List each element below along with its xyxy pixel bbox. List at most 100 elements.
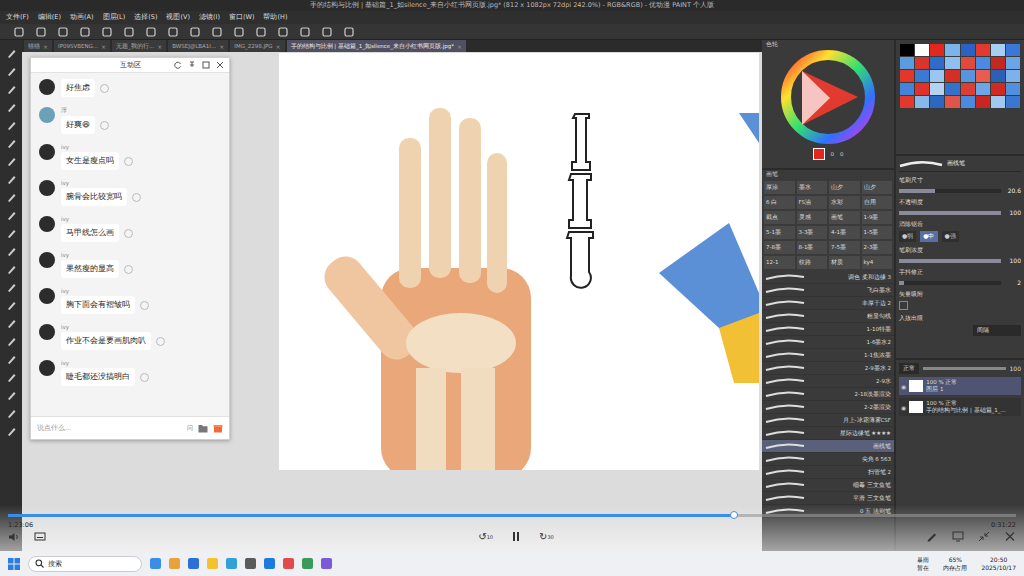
brush-group-chip[interactable]: 山夕 <box>829 181 860 194</box>
color-swatch[interactable] <box>900 57 914 69</box>
tool-button[interactable] <box>6 336 17 347</box>
brush-item[interactable]: 扫管笔 2 <box>762 466 894 479</box>
color-swatch[interactable] <box>961 44 975 56</box>
avatar[interactable] <box>39 107 55 123</box>
brush-item[interactable]: 细毒 三文鱼笔 <box>762 479 894 492</box>
brush-group-chip[interactable]: 截点 <box>764 211 795 224</box>
menu-item[interactable]: 编辑(E) <box>38 13 61 22</box>
property-slider[interactable]: 100 <box>899 209 1021 216</box>
tool-button[interactable] <box>6 246 17 257</box>
brush-group-chip[interactable]: 2-3墨 <box>862 241 893 254</box>
property-slider[interactable]: 2 <box>899 279 1021 286</box>
brush-group-chip[interactable]: 6 白 <box>764 196 795 209</box>
brush-group-chip[interactable]: 12-1 <box>764 256 795 269</box>
avatar[interactable] <box>39 252 55 268</box>
brush-item[interactable]: 2-18淡墨渲染 <box>762 388 894 401</box>
toolbar-button[interactable] <box>344 27 354 37</box>
document-tab[interactable]: 手的结构与比例 | 基础篇_1_如silence_来自小红书网页版.jpg*× <box>287 40 466 52</box>
tool-button[interactable] <box>6 48 17 59</box>
option-button[interactable]: ●强 <box>942 231 959 242</box>
brush-group-chip[interactable]: 灵感 <box>797 211 828 224</box>
menu-item[interactable]: 选择(S) <box>134 13 157 22</box>
blend-mode-dropdown[interactable]: 正常 <box>899 363 919 374</box>
tool-button[interactable] <box>6 300 17 311</box>
shrink-icon[interactable] <box>978 531 990 542</box>
option-button[interactable]: ●弱 <box>899 231 916 242</box>
color-swatch[interactable] <box>930 57 944 69</box>
brush-group-chip[interactable]: 5-1墨 <box>764 226 795 239</box>
color-swatch[interactable] <box>915 83 929 95</box>
color-swatch[interactable] <box>991 57 1005 69</box>
brush-group-chip[interactable]: FS油 <box>797 196 828 209</box>
tool-button[interactable] <box>6 426 17 437</box>
current-color-swatch[interactable] <box>813 148 825 160</box>
property-dropdown[interactable]: 间隔 <box>973 325 1021 336</box>
toolbar-button[interactable] <box>124 27 134 37</box>
avatar[interactable] <box>39 324 55 340</box>
reaction-icon[interactable] <box>124 265 133 274</box>
popout-icon[interactable] <box>202 61 210 69</box>
avatar[interactable] <box>39 180 55 196</box>
document-tab[interactable]: BWSEJ@LBA1I...× <box>168 40 228 52</box>
tool-button[interactable] <box>6 354 17 365</box>
menu-item[interactable]: 图层(L) <box>103 13 126 22</box>
menu-item[interactable]: 窗口(W) <box>229 13 255 22</box>
close-icon[interactable]: × <box>157 43 162 50</box>
folder-icon[interactable] <box>198 424 208 433</box>
app-icon[interactable] <box>321 558 332 569</box>
tool-button[interactable] <box>6 282 17 293</box>
tool-button[interactable] <box>6 372 17 383</box>
toolbar-button[interactable] <box>190 27 200 37</box>
color-swatch[interactable] <box>1006 83 1020 95</box>
color-swatch[interactable] <box>900 70 914 82</box>
brush-item[interactable]: 1-1焦浓墨 <box>762 349 894 362</box>
tool-button[interactable] <box>6 120 17 131</box>
color-swatch[interactable] <box>945 96 959 108</box>
memory-widget[interactable]: 65%内存占用 <box>943 556 967 570</box>
clock[interactable]: 20:50 2025/10/17 <box>981 556 1016 570</box>
avatar[interactable] <box>39 79 55 95</box>
app-icon[interactable] <box>207 558 218 569</box>
reaction-icon[interactable] <box>132 193 141 202</box>
taskbar-search[interactable]: 搜索 <box>28 556 142 572</box>
close-icon[interactable]: × <box>219 43 224 50</box>
opacity-value[interactable]: 100 <box>1010 365 1021 372</box>
close-icon[interactable]: × <box>101 43 106 50</box>
brush-group-chip[interactable]: 8-1墨 <box>797 241 828 254</box>
color-swatch[interactable] <box>945 70 959 82</box>
document-tab[interactable]: IMG_2298.JPG× <box>230 40 284 52</box>
tool-button[interactable] <box>6 156 17 167</box>
reaction-icon[interactable] <box>156 337 165 346</box>
toolbar-button[interactable] <box>168 27 178 37</box>
menu-item[interactable]: 滤镜(I) <box>199 13 220 22</box>
close-icon[interactable] <box>216 61 224 69</box>
brush-item[interactable]: 2-9水 <box>762 375 894 388</box>
brush-item[interactable]: 月上-冰霜薄雾CSF <box>762 414 894 427</box>
menu-item[interactable]: 视图(V) <box>166 13 190 22</box>
toolbar-button[interactable] <box>212 27 222 37</box>
property-value[interactable]: 100 <box>1005 209 1021 216</box>
brush-item[interactable]: 1-6墨水2 <box>762 336 894 349</box>
brush-group-chip[interactable]: 画笔 <box>829 211 860 224</box>
app-icon[interactable] <box>188 558 199 569</box>
subtitle-icon[interactable] <box>34 532 46 542</box>
brush-item[interactable]: 飞白墨水 <box>762 284 894 297</box>
brush-group-chip[interactable]: 水彩 <box>829 196 860 209</box>
document-tab[interactable]: 无题_我的行...× <box>112 40 166 52</box>
option-button[interactable]: ●中 <box>920 231 937 242</box>
tool-button[interactable] <box>6 228 17 239</box>
slider-track[interactable] <box>899 281 1001 285</box>
close-icon[interactable]: × <box>457 43 462 50</box>
menu-item[interactable]: 动画(A) <box>70 13 94 22</box>
brush-group-chip[interactable]: 厚涂 <box>764 181 795 194</box>
brush-group-chip[interactable]: 3-3墨 <box>797 226 828 239</box>
property-value[interactable]: 20.6 <box>1005 187 1021 194</box>
avatar[interactable] <box>39 144 55 160</box>
brush-group-chip[interactable]: 墨水 <box>797 181 828 194</box>
color-swatch[interactable] <box>930 44 944 56</box>
pen-icon[interactable] <box>926 531 938 542</box>
color-swatch[interactable] <box>945 83 959 95</box>
brush-item[interactable]: 2-2墨渲染 <box>762 401 894 414</box>
property-slider[interactable]: 20.6 <box>899 187 1021 194</box>
eye-icon[interactable]: ◉ <box>901 383 906 390</box>
